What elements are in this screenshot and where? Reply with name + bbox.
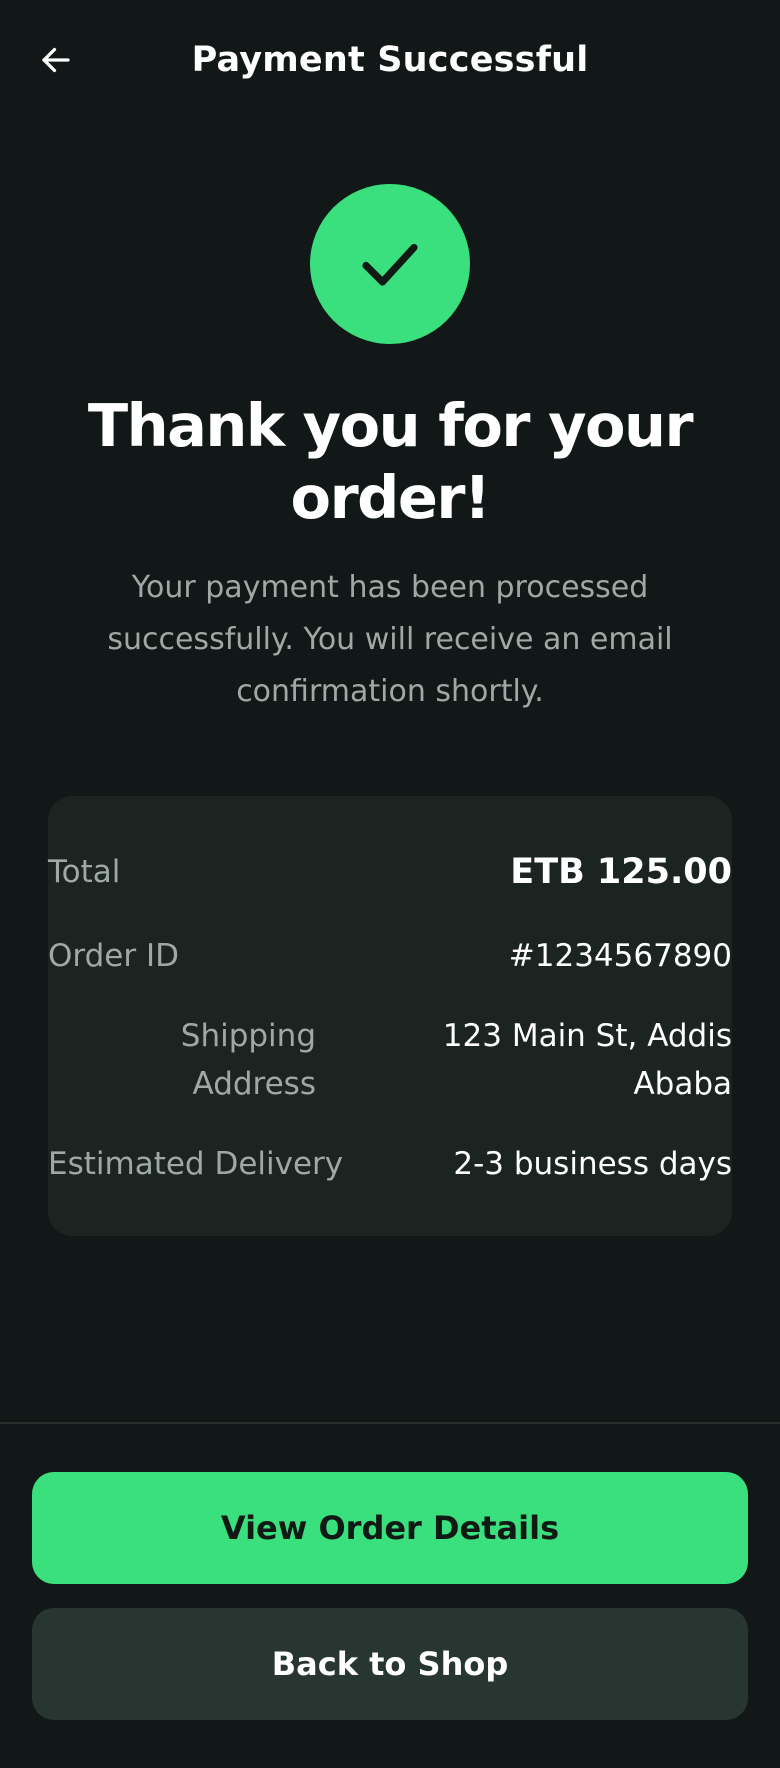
summary-row-shipping: Shipping Address 123 Main St, Addis Abab… xyxy=(48,1012,732,1108)
back-to-shop-button[interactable]: Back to Shop xyxy=(32,1608,748,1720)
delivery-label: Estimated Delivery xyxy=(48,1146,344,1182)
shipping-label: Shipping Address xyxy=(180,1018,316,1102)
summary-row-order-id: Order ID #1234567890 xyxy=(48,932,732,980)
confirmation-message: Your payment has been processed successf… xyxy=(107,570,673,709)
shipping-value: 123 Main St, Addis Ababa xyxy=(442,1018,732,1102)
order-id-label: Order ID xyxy=(48,938,179,974)
divider xyxy=(0,1422,780,1424)
total-label: Total xyxy=(48,854,121,890)
confirmation-headline: Thank you for your order! xyxy=(87,391,694,532)
checkmark-icon xyxy=(362,243,418,286)
order-id-value: #1234567890 xyxy=(508,938,732,974)
payment-success-screen: Payment Successful Thank you for your or… xyxy=(0,0,780,1768)
top-app-bar: Payment Successful xyxy=(0,0,780,122)
summary-row-delivery: Estimated Delivery 2-3 business days xyxy=(48,1140,732,1188)
page-title: Payment Successful xyxy=(191,40,589,80)
view-order-details-button[interactable]: View Order Details xyxy=(32,1472,748,1584)
total-value: ETB 125.00 xyxy=(510,852,732,892)
summary-row-total: Total ETB 125.00 xyxy=(48,848,732,896)
success-badge xyxy=(310,184,470,344)
delivery-value: 2-3 business days xyxy=(453,1146,732,1182)
